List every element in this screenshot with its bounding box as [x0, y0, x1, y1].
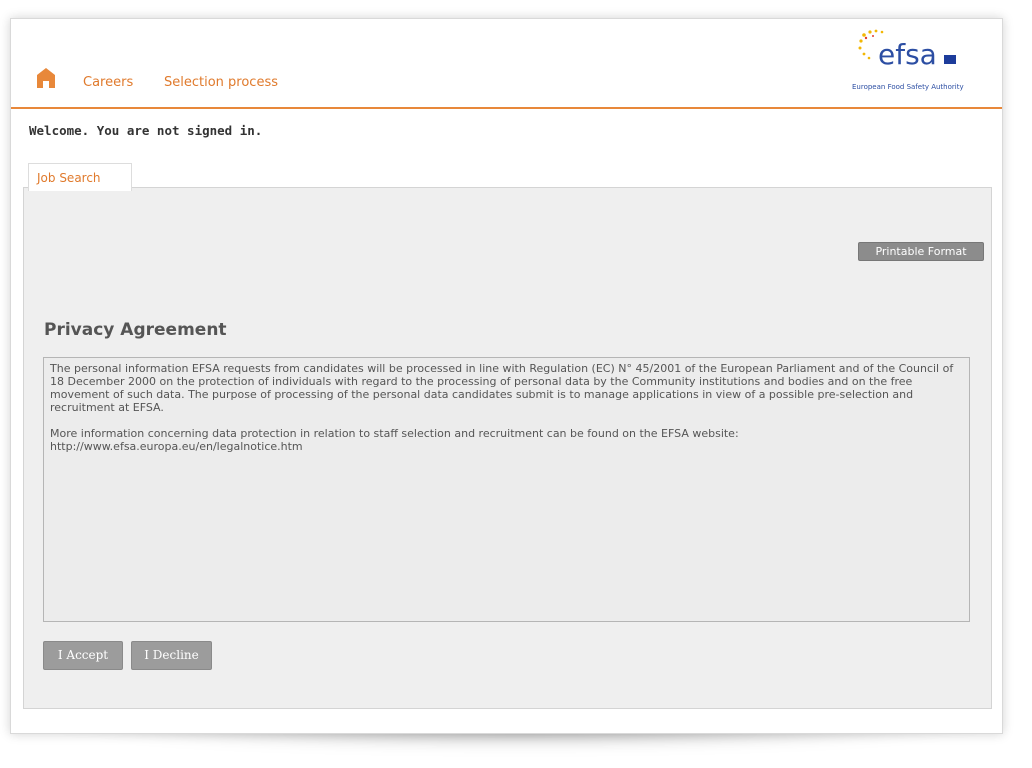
eu-flag-icon — [944, 55, 956, 64]
nav-link-selection-process[interactable]: Selection process — [164, 75, 278, 90]
efsa-logo-subtitle: European Food Safety Authority — [852, 83, 964, 91]
tab-job-search[interactable]: Job Search — [28, 163, 132, 191]
legal-notice-url: http://www.efsa.europa.eu/en/legalnotice… — [50, 440, 303, 453]
efsa-logo: efsa European Food Safety Authority — [852, 27, 968, 93]
agreement-paragraph: The personal information EFSA requests f… — [50, 362, 954, 414]
decline-button[interactable]: I Decline — [131, 641, 212, 670]
content-panel: Printable Format Privacy Agreement The p… — [23, 187, 992, 709]
home-icon[interactable] — [36, 67, 56, 89]
page-frame: Careers Selection process efsa European … — [10, 18, 1003, 734]
accept-button[interactable]: I Accept — [43, 641, 123, 670]
efsa-wordmark: efsa — [878, 38, 937, 71]
printable-format-button[interactable]: Printable Format — [858, 242, 984, 261]
page-title: Privacy Agreement — [44, 320, 227, 340]
site-header: Careers Selection process efsa European … — [11, 19, 1002, 109]
nav-link-careers[interactable]: Careers — [83, 75, 133, 90]
welcome-message: Welcome. You are not signed in. — [29, 123, 263, 138]
privacy-agreement-textarea[interactable]: The personal information EFSA requests f… — [43, 357, 970, 622]
agreement-paragraph: More information concerning data protect… — [50, 427, 739, 440]
